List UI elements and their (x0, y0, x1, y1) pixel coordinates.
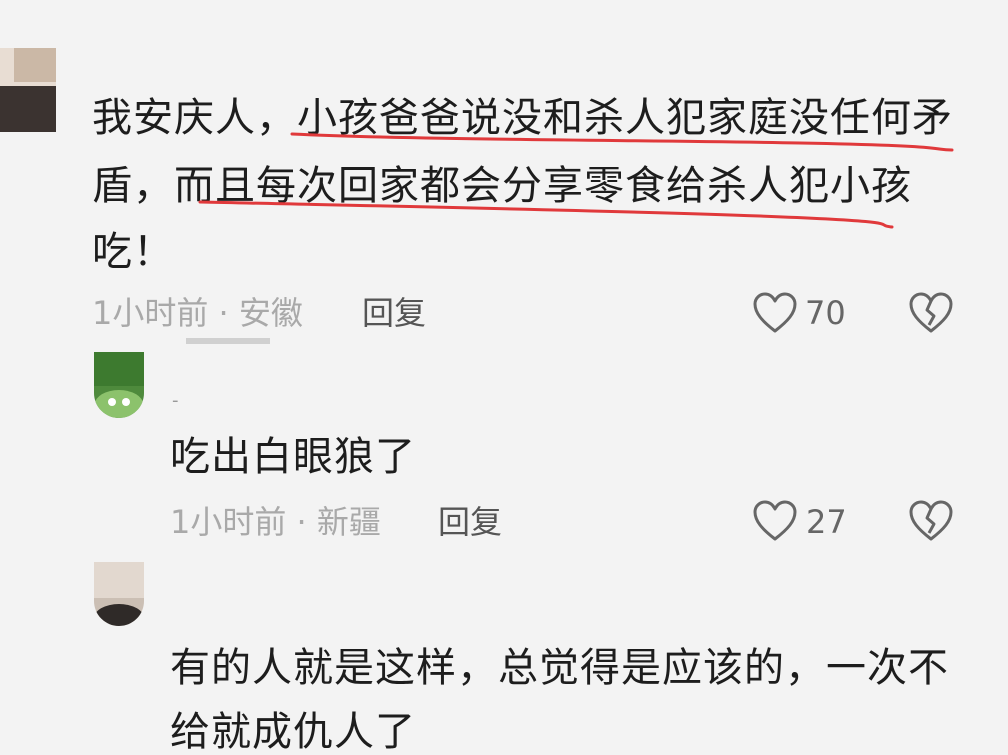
comment-text-line-3: 吃！ (92, 229, 174, 275)
avatar[interactable] (94, 352, 144, 418)
heart-icon[interactable] (752, 292, 798, 334)
like-count: 70 (805, 294, 846, 332)
reply-text-line-1: 有的人就是这样，总觉得是应该的，一次不 (170, 645, 949, 691)
reply-username[interactable]: - (172, 392, 179, 410)
comment-text-line-2: 盾，而且每次回家都会分享零食给杀人犯小孩 (92, 163, 912, 209)
reply-button[interactable]: 回复 (362, 297, 426, 329)
avatar[interactable] (0, 48, 56, 132)
reply-meta: 1小时前 · 新疆 (170, 503, 381, 541)
meta-underline-decoration (186, 338, 270, 344)
comment-meta: 1小时前 · 安徽 (92, 294, 303, 332)
avatar[interactable] (94, 562, 144, 626)
heart-icon[interactable] (752, 500, 798, 542)
broken-heart-icon[interactable] (908, 292, 954, 334)
like-count: 27 (806, 503, 847, 541)
reply-button[interactable]: 回复 (438, 506, 502, 538)
reply-text: 吃出白眼狼了 (170, 434, 416, 480)
reply-text-line-2: 给就成仇人了 (170, 709, 416, 755)
comment-text-line-1: 我安庆人，小孩爸爸说没和杀人犯家庭没任何矛 (92, 95, 953, 141)
broken-heart-icon[interactable] (908, 500, 954, 542)
